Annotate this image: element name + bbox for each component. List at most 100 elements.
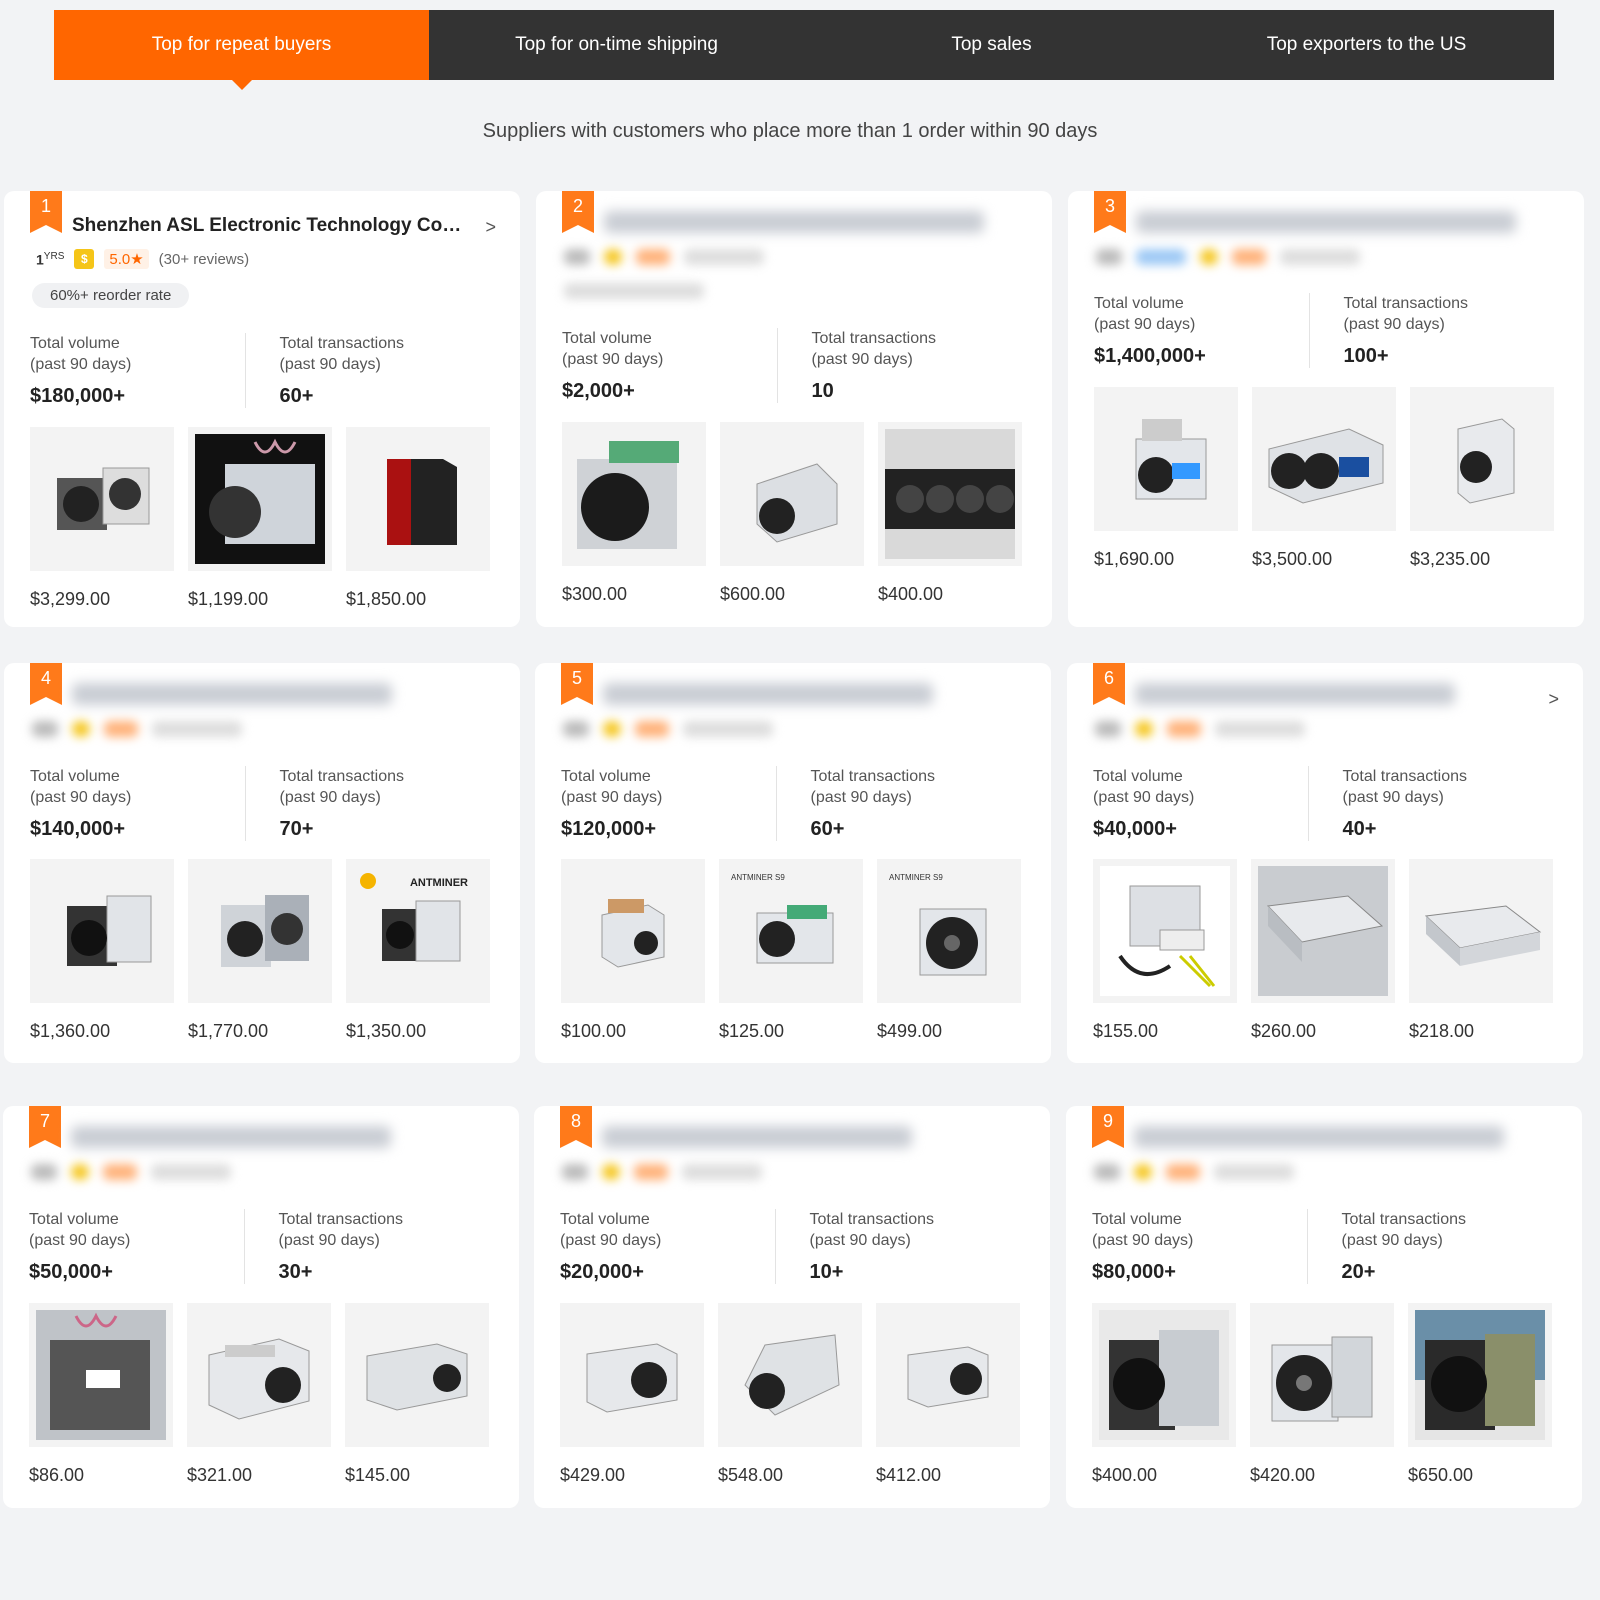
product-item[interactable]: $145.00: [345, 1303, 489, 1486]
product-image[interactable]: ANTMINER S9: [877, 859, 1021, 1003]
product-image[interactable]: [1409, 859, 1553, 1003]
product-item[interactable]: $429.00: [560, 1303, 704, 1486]
product-price: $400.00: [878, 584, 944, 604]
product-item[interactable]: ANTMINER S9 $499.00: [877, 859, 1021, 1042]
product-item[interactable]: $1,850.00: [346, 427, 490, 610]
product-image[interactable]: ANTMINER S9: [719, 859, 863, 1003]
supplier-card[interactable]: 6 > Total volume (past 90 days) $40,000+ …: [1067, 663, 1583, 1063]
product-image[interactable]: [30, 427, 174, 571]
product-image[interactable]: [29, 1303, 173, 1447]
product-price: $1,350.00: [346, 1021, 427, 1041]
chevron-right-icon[interactable]: >: [485, 217, 496, 238]
company-name[interactable]: Shenzhen ASL Electronic Technology Co.,.…: [72, 215, 462, 237]
supplier-card[interactable]: 7 Total volume (past 90 days) $50,000+ To…: [3, 1106, 519, 1508]
product-image[interactable]: [346, 427, 490, 571]
product-item[interactable]: $412.00: [876, 1303, 1020, 1486]
company-name-blurred[interactable]: [72, 683, 392, 705]
product-item[interactable]: $1,199.00: [188, 427, 332, 610]
product-image[interactable]: [1093, 859, 1237, 1003]
product-image[interactable]: [1092, 1303, 1236, 1447]
product-item[interactable]: $400.00: [878, 422, 1022, 605]
product-item[interactable]: ANTMINER $1,350.00: [346, 859, 490, 1042]
product-image[interactable]: [1252, 387, 1396, 531]
product-image[interactable]: [560, 1303, 704, 1447]
company-name-blurred[interactable]: [71, 1126, 391, 1148]
tab-top-exporters-us[interactable]: Top exporters to the US: [1179, 10, 1554, 80]
company-name-blurred[interactable]: [602, 1126, 912, 1148]
product-image[interactable]: [30, 859, 174, 1003]
product-image[interactable]: [561, 859, 705, 1003]
product-row: $1,690.00 $3,500.00 $3,235.00: [1094, 387, 1560, 570]
transactions-value: 100+: [1343, 345, 1389, 367]
transactions-value: 20+: [1341, 1261, 1376, 1283]
volume-value: $2,000+: [562, 380, 635, 402]
supplier-meta: 1YRS $ 5.0★ (30+ reviews): [36, 249, 249, 269]
tab-top-on-time-shipping[interactable]: Top for on-time shipping: [429, 10, 804, 80]
volume-value: $180,000+: [30, 385, 126, 407]
product-item[interactable]: $321.00: [187, 1303, 331, 1486]
product-item[interactable]: $3,235.00: [1410, 387, 1554, 570]
product-image[interactable]: [188, 859, 332, 1003]
product-image[interactable]: [1250, 1303, 1394, 1447]
product-item[interactable]: $3,299.00: [30, 427, 174, 610]
product-price: $420.00: [1250, 1465, 1316, 1485]
rank-badge: 2: [562, 191, 594, 233]
transactions-value: 60+: [279, 385, 314, 407]
product-image[interactable]: [876, 1303, 1020, 1447]
product-item[interactable]: $86.00: [29, 1303, 173, 1486]
company-name-blurred[interactable]: [1134, 1126, 1504, 1148]
transactions-label: Total transactions (past 90 days): [810, 768, 936, 806]
product-item[interactable]: $1,690.00: [1094, 387, 1238, 570]
product-item[interactable]: ANTMINER S9 $125.00: [719, 859, 863, 1042]
product-image[interactable]: [720, 422, 864, 566]
product-item[interactable]: $1,770.00: [188, 859, 332, 1042]
product-image[interactable]: [187, 1303, 331, 1447]
product-item[interactable]: $420.00: [1250, 1303, 1394, 1486]
product-image[interactable]: [1410, 387, 1554, 531]
product-item[interactable]: $400.00: [1092, 1303, 1236, 1486]
chevron-right-icon[interactable]: >: [1548, 689, 1559, 710]
product-item[interactable]: $155.00: [1093, 859, 1237, 1042]
company-name-blurred[interactable]: [1135, 683, 1455, 705]
product-item[interactable]: $3,500.00: [1252, 387, 1396, 570]
product-image[interactable]: [718, 1303, 862, 1447]
product-item[interactable]: $548.00: [718, 1303, 862, 1486]
product-image[interactable]: [1094, 387, 1238, 531]
product-item[interactable]: $100.00: [561, 859, 705, 1042]
product-item[interactable]: $650.00: [1408, 1303, 1552, 1486]
volume-value: $1,400,000+: [1094, 345, 1206, 367]
company-name-blurred[interactable]: [1136, 211, 1516, 233]
supplier-card[interactable]: 2 Total volume (past 90 days) $2,000+ Tot…: [536, 191, 1052, 627]
transactions-label: Total transactions (past 90 days): [279, 335, 405, 373]
supplier-card[interactable]: 9 Total volume (past 90 days) $80,000+ To…: [1066, 1106, 1582, 1508]
product-image[interactable]: [878, 422, 1022, 566]
tab-top-repeat-buyers[interactable]: Top for repeat buyers: [54, 10, 429, 90]
product-price: $400.00: [1092, 1465, 1158, 1485]
product-item[interactable]: $1,360.00: [30, 859, 174, 1042]
product-image[interactable]: [345, 1303, 489, 1447]
product-image[interactable]: [188, 427, 332, 571]
company-name-blurred[interactable]: [604, 211, 984, 233]
product-item[interactable]: $300.00: [562, 422, 706, 605]
product-item[interactable]: $600.00: [720, 422, 864, 605]
supplier-card[interactable]: 1 Shenzhen ASL Electronic Technology Co.…: [4, 191, 520, 627]
product-price: $1,770.00: [188, 1021, 269, 1041]
product-image[interactable]: [562, 422, 706, 566]
product-item[interactable]: $260.00: [1251, 859, 1395, 1042]
tab-top-sales[interactable]: Top sales: [804, 10, 1179, 80]
supplier-card[interactable]: 3 Total volume (past 90 days) $1,400,000+…: [1068, 191, 1584, 627]
product-item[interactable]: $218.00: [1409, 859, 1553, 1042]
product-price: $412.00: [876, 1465, 942, 1485]
supplier-card[interactable]: 4 Total volume (past 90 days) $140,000+ T…: [4, 663, 520, 1063]
supplier-card[interactable]: 5 Total volume (past 90 days) $120,000+ T…: [535, 663, 1051, 1063]
product-image[interactable]: ANTMINER: [346, 859, 490, 1003]
supplier-card[interactable]: 8 Total volume (past 90 days) $20,000+ To…: [534, 1106, 1050, 1508]
product-price: $260.00: [1251, 1021, 1317, 1041]
rank-badge: 4: [30, 663, 62, 705]
product-image[interactable]: [1408, 1303, 1552, 1447]
product-price: $300.00: [562, 584, 628, 604]
volume-label: Total volume (past 90 days): [1093, 768, 1195, 806]
product-image[interactable]: [1251, 859, 1395, 1003]
review-count[interactable]: (30+ reviews): [159, 251, 249, 268]
company-name-blurred[interactable]: [603, 683, 933, 705]
